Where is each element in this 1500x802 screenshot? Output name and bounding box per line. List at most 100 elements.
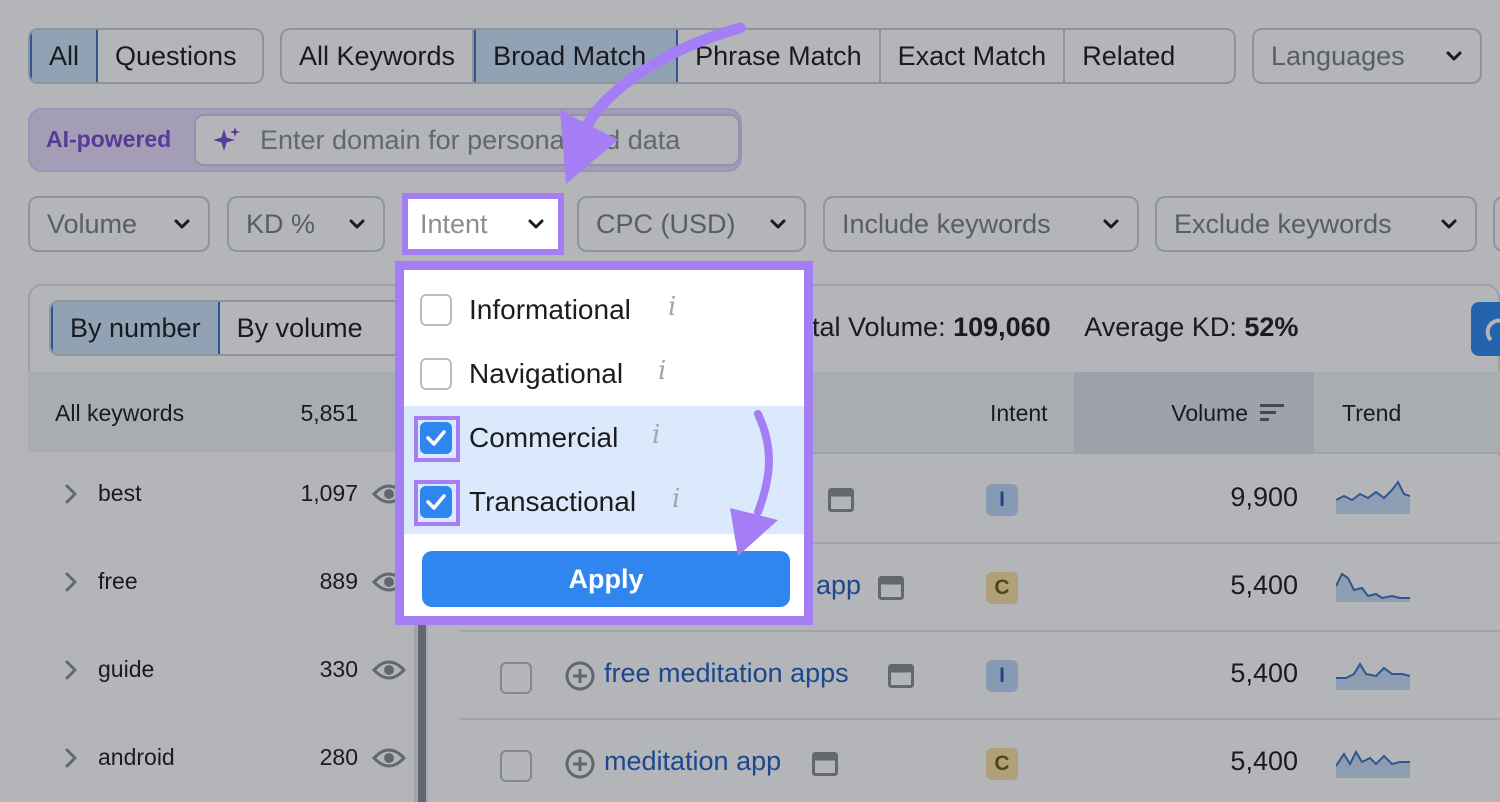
check-icon: [426, 430, 446, 446]
all-keywords-header[interactable]: All keywords 5,851: [28, 372, 416, 452]
info-icon[interactable]: i: [668, 292, 676, 322]
option-label: Transactional: [469, 486, 637, 517]
sparkle-icon: [213, 127, 240, 151]
intent-option-transactional[interactable]: Transactional i: [404, 470, 804, 534]
tab-phrase-match[interactable]: Phrase Match: [678, 30, 881, 82]
chevron-right-icon: [65, 660, 77, 680]
intent-badge: C: [986, 572, 1018, 604]
by-volume-button[interactable]: By volume: [220, 302, 380, 354]
table-row: free meditation apps I 5,400: [460, 632, 1500, 720]
volume-value: 5,400: [1230, 570, 1298, 600]
commercial-checkbox[interactable]: [420, 422, 452, 454]
intent-column-header[interactable]: Intent: [990, 400, 1048, 427]
transactional-checkbox[interactable]: [420, 486, 452, 518]
intent-filter-label: Intent: [420, 208, 488, 239]
volume-value: 5,400: [1230, 658, 1298, 688]
tab-exact-match[interactable]: Exact Match: [881, 30, 1066, 82]
volume-header-label: Volume: [1171, 400, 1248, 426]
kd-filter[interactable]: KD %: [227, 196, 385, 252]
intent-option-commercial[interactable]: Commercial i: [404, 406, 804, 470]
chevron-right-icon: [65, 484, 77, 504]
group-row[interactable]: android 280: [28, 716, 416, 802]
more-filters-edge[interactable]: [1493, 196, 1500, 252]
tab-broad-match[interactable]: Broad Match: [474, 30, 679, 82]
total-volume-label: tal Volume:: [812, 312, 946, 342]
ai-domain-bar: AI-powered Enter domain for personalized…: [28, 108, 742, 172]
intent-badge: I: [986, 660, 1018, 692]
keyword-link[interactable]: meditation app: [604, 746, 781, 777]
group-count: 280: [319, 744, 358, 770]
group-keyword: best: [98, 480, 142, 506]
all-keywords-label: All keywords: [55, 400, 185, 426]
kd-filter-label: KD %: [246, 208, 316, 239]
total-volume-value: 109,060: [953, 312, 1051, 342]
informational-checkbox[interactable]: [420, 294, 452, 326]
option-label: Informational: [469, 294, 631, 325]
group-count: 889: [319, 568, 358, 594]
by-number-button[interactable]: By number: [51, 302, 220, 354]
intent-filter[interactable]: Intent: [402, 193, 564, 255]
include-keywords-label: Include keywords: [842, 208, 1051, 239]
row-checkbox[interactable]: [500, 662, 532, 694]
option-label: Commercial: [469, 422, 619, 453]
eye-icon[interactable]: [372, 656, 406, 684]
group-keyword: guide: [98, 656, 155, 682]
group-row[interactable]: best 1,097: [28, 452, 416, 540]
serp-icon[interactable]: [812, 752, 838, 776]
group-keyword: free: [98, 568, 138, 594]
eye-icon[interactable]: [372, 744, 406, 772]
intent-dropdown: Informational i Navigational i Commercia…: [395, 261, 813, 625]
languages-label: Languages: [1271, 40, 1405, 71]
chevron-down-icon: [349, 219, 365, 229]
chevron-down-icon: [1441, 219, 1457, 229]
add-to-list-icon[interactable]: [564, 748, 596, 780]
trend-sparkline: [1336, 572, 1410, 602]
intent-option-navigational[interactable]: Navigational i: [404, 342, 804, 406]
tab-all-keywords[interactable]: All Keywords: [282, 30, 475, 82]
include-keywords-filter[interactable]: Include keywords: [823, 196, 1139, 252]
domain-input[interactable]: Enter domain for personalized data: [194, 114, 740, 166]
cpc-filter[interactable]: CPC (USD): [577, 196, 806, 252]
ai-powered-label: AI-powered: [46, 126, 172, 152]
languages-dropdown[interactable]: Languages: [1252, 28, 1482, 84]
keyword-link[interactable]: app: [816, 570, 861, 601]
info-icon[interactable]: i: [672, 484, 680, 514]
summary-bar: tal Volume: 109,060 Average KD: 52%: [812, 312, 1298, 343]
view-toggle: By number By volume: [49, 300, 409, 356]
chevron-right-icon: [65, 748, 77, 768]
intent-badge: C: [986, 748, 1018, 780]
serp-icon[interactable]: [888, 664, 914, 688]
intent-badge: I: [986, 484, 1018, 516]
volume-column-header[interactable]: Volume: [1074, 372, 1314, 454]
refresh-icon: [1485, 318, 1500, 342]
exclude-keywords-filter[interactable]: Exclude keywords: [1155, 196, 1477, 252]
intent-option-informational[interactable]: Informational i: [404, 278, 804, 342]
tab-related[interactable]: Related: [1065, 30, 1192, 82]
apply-button[interactable]: Apply: [422, 551, 790, 607]
group-row[interactable]: free 889: [28, 540, 416, 628]
volume-filter-label: Volume: [47, 208, 138, 239]
match-tabs: All Keywords Broad Match Phrase Match Ex…: [280, 28, 1236, 84]
serp-icon[interactable]: [828, 488, 854, 512]
cpc-filter-label: CPC (USD): [596, 208, 736, 239]
chevron-down-icon: [1446, 51, 1462, 61]
group-row[interactable]: guide 330: [28, 628, 416, 716]
add-to-list-icon[interactable]: [564, 660, 596, 692]
tab-questions[interactable]: Questions: [98, 30, 254, 82]
all-keywords-count: 5,851: [300, 400, 358, 426]
export-button-edge[interactable]: [1471, 302, 1500, 356]
type-tabs: All Questions: [28, 28, 264, 84]
keyword-link[interactable]: free meditation apps: [604, 658, 849, 689]
volume-filter[interactable]: Volume: [28, 196, 210, 252]
option-label: Navigational: [469, 358, 624, 389]
trend-column-header: Trend: [1342, 400, 1402, 426]
serp-icon[interactable]: [878, 576, 904, 600]
group-keyword: android: [98, 744, 175, 770]
chevron-down-icon: [770, 219, 786, 229]
navigational-checkbox[interactable]: [420, 358, 452, 390]
check-icon: [426, 494, 446, 510]
row-checkbox[interactable]: [500, 750, 532, 782]
info-icon[interactable]: i: [652, 420, 660, 450]
info-icon[interactable]: i: [658, 356, 666, 386]
tab-all[interactable]: All: [30, 30, 98, 82]
